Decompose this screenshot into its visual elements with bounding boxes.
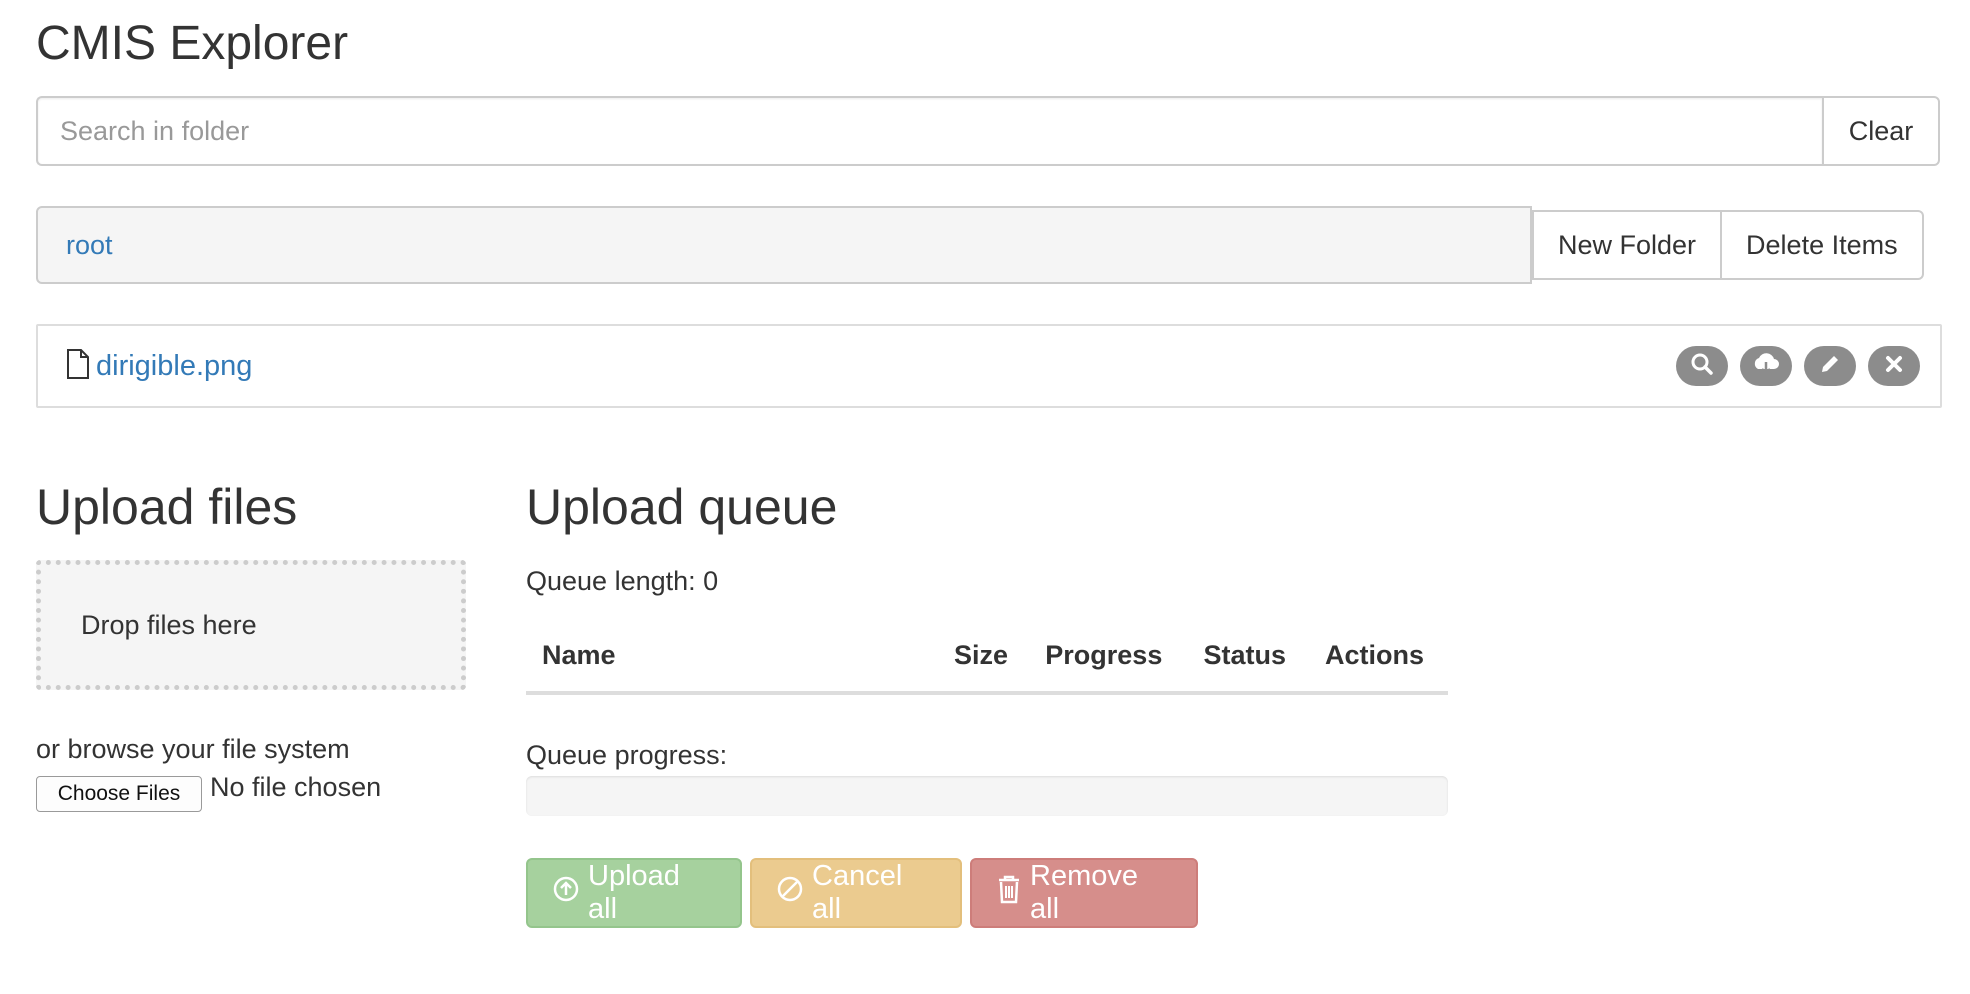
search-icon: [1689, 351, 1715, 382]
list-item: dirigible.png: [66, 326, 252, 406]
queue-table: Name Size Progress Status Actions: [526, 620, 1448, 695]
file-list: dirigible.png: [36, 324, 1942, 408]
remove-all-label: Remove all: [1030, 860, 1138, 925]
queue-length: Queue length: 0: [526, 566, 719, 596]
column-header-status: Status: [1187, 620, 1309, 695]
breadcrumb-row: root New Folder Delete Items: [36, 206, 1940, 284]
download-button[interactable]: [1740, 346, 1792, 386]
remove-all-button[interactable]: Remove all: [970, 858, 1198, 928]
preview-button[interactable]: [1676, 346, 1728, 386]
no-file-text: No file chosen: [210, 772, 382, 802]
breadcrumb-item-root[interactable]: root: [66, 230, 113, 261]
choose-files-button[interactable]: Choose Files: [36, 776, 202, 812]
pencil-icon: [1818, 352, 1842, 381]
upload-queue-heading: Upload queue: [526, 479, 838, 535]
cloud-download-icon: [1751, 351, 1781, 382]
file-actions: [1676, 346, 1920, 386]
page-title: CMIS Explorer: [36, 17, 349, 70]
upload-all-button[interactable]: Upload all: [526, 858, 742, 928]
dropzone-text: Drop files here: [81, 609, 257, 640]
dropzone[interactable]: Drop files here: [36, 560, 466, 690]
upload-all-label: Upload all: [588, 860, 680, 925]
folder-actions: New Folder Delete Items: [1532, 210, 1924, 280]
trash-icon: [996, 874, 1022, 912]
column-header-name: Name: [526, 620, 938, 695]
delete-button[interactable]: [1868, 346, 1920, 386]
browse-text: or browse your file system: [36, 734, 350, 764]
column-header-progress: Progress: [1029, 620, 1188, 695]
file-icon: [66, 348, 90, 384]
delete-items-button[interactable]: Delete Items: [1722, 210, 1924, 280]
queue-progress-label: Queue progress:: [526, 740, 728, 770]
upload-files-heading: Upload files: [36, 479, 298, 535]
table-header-row: Name Size Progress Status Actions: [526, 620, 1448, 695]
ban-icon: [776, 875, 804, 911]
queue-progress-bar: [526, 776, 1448, 816]
edit-button[interactable]: [1804, 346, 1856, 386]
cancel-all-button[interactable]: Cancel all: [750, 858, 962, 928]
file-link[interactable]: dirigible.png: [96, 350, 252, 383]
column-header-size: Size: [938, 620, 1030, 695]
search-bar: Clear: [36, 96, 1940, 166]
search-input[interactable]: [36, 96, 1822, 166]
column-header-actions: Actions: [1308, 620, 1448, 695]
clear-button[interactable]: Clear: [1822, 96, 1940, 166]
upload-circle-icon: [552, 875, 580, 911]
new-folder-button[interactable]: New Folder: [1532, 210, 1723, 280]
cancel-all-label: Cancel all: [812, 860, 903, 925]
breadcrumb: root: [36, 206, 1532, 284]
close-icon: [1883, 353, 1905, 380]
